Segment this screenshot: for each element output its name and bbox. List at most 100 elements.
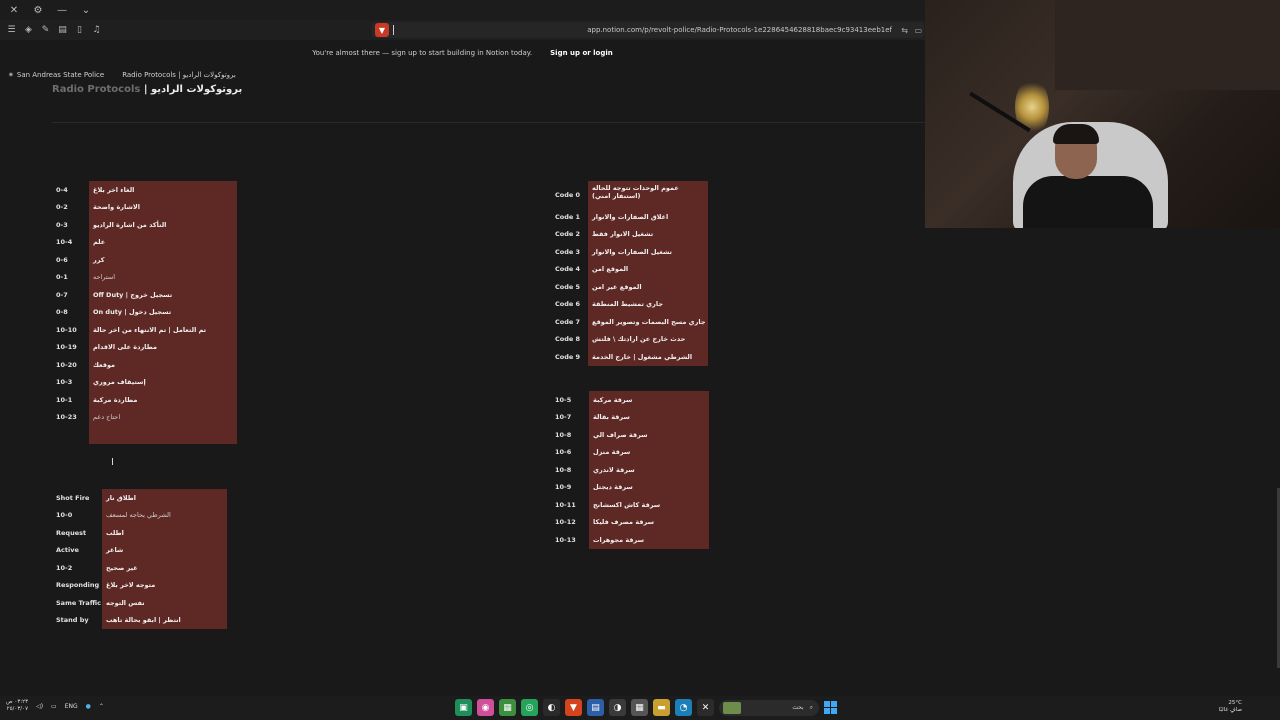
- app-icon-1[interactable]: ▣: [455, 699, 472, 716]
- meaning-cell[interactable]: تم التعامل | تم الانتهاء من اخر حالة: [89, 321, 237, 339]
- meaning-cell[interactable]: On duty | تسجيل دخول: [89, 303, 237, 321]
- wallet-icon[interactable]: ▤: [55, 22, 70, 38]
- app-icon-8[interactable]: ◑: [609, 699, 626, 716]
- brave-shield-icon[interactable]: ▼: [375, 23, 389, 37]
- code-cell[interactable]: [52, 426, 89, 444]
- code-cell[interactable]: 10-6: [551, 443, 589, 461]
- app-icon-chrome[interactable]: ◉: [477, 699, 494, 716]
- meaning-cell[interactable]: غير صحيح: [102, 559, 227, 577]
- code-cell[interactable]: 10-9: [551, 478, 589, 496]
- code-cell[interactable]: Responding: [52, 576, 102, 594]
- meaning-cell[interactable]: سرقة مركبة: [589, 391, 709, 409]
- code-cell[interactable]: 0-3: [52, 216, 89, 234]
- code-cell[interactable]: 10-20: [52, 356, 89, 374]
- code-cell[interactable]: Code 3: [551, 243, 588, 261]
- app-icon-3[interactable]: ▦: [499, 699, 516, 716]
- code-cell[interactable]: 0-2: [52, 198, 89, 216]
- gear-icon[interactable]: ⚙: [28, 1, 48, 19]
- shield-icon[interactable]: ◈: [21, 22, 36, 38]
- code-cell[interactable]: Stand by: [52, 611, 102, 629]
- meaning-cell[interactable]: سرقة بقالة: [589, 408, 709, 426]
- code-cell[interactable]: 10-3: [52, 373, 89, 391]
- code-cell[interactable]: 10-19: [52, 338, 89, 356]
- code-cell[interactable]: 10-0: [52, 506, 102, 524]
- meaning-cell[interactable]: الموقع غير امن: [588, 278, 708, 296]
- meaning-cell[interactable]: انتظر | ابقو بحالة تاهب: [102, 611, 227, 629]
- meaning-cell[interactable]: شاغر: [102, 541, 227, 559]
- meaning-cell[interactable]: احتاج دعم: [89, 408, 237, 426]
- code-cell[interactable]: 10-10: [52, 321, 89, 339]
- edge-icon[interactable]: ◔: [675, 699, 692, 716]
- code-cell[interactable]: 10-23: [52, 408, 89, 426]
- meaning-cell[interactable]: سرقة مجوهرات: [589, 531, 709, 549]
- meaning-cell[interactable]: اغلاق الصفارات والانوار: [588, 208, 708, 226]
- meaning-cell[interactable]: سرقة منزل: [589, 443, 709, 461]
- meaning-cell[interactable]: الغاء اخر بلاغ: [89, 181, 237, 199]
- meaning-cell[interactable]: الشرطي بحاجه لمسعف: [102, 506, 227, 524]
- mic-icon[interactable]: ●: [86, 703, 91, 710]
- xbox-icon[interactable]: ✕: [697, 699, 714, 716]
- meaning-cell[interactable]: سرقة صراف الي: [589, 426, 709, 444]
- code-cell[interactable]: Code 2: [551, 225, 588, 243]
- code-cell[interactable]: 10-4: [52, 233, 89, 251]
- calculator-icon[interactable]: ▦: [631, 699, 648, 716]
- meaning-cell[interactable]: علم: [89, 233, 237, 251]
- code-cell[interactable]: 10-5: [551, 391, 589, 409]
- code-cell[interactable]: Code 9: [551, 348, 588, 366]
- volume-icon[interactable]: ◁): [36, 703, 43, 710]
- code-cell[interactable]: 10-7: [551, 408, 589, 426]
- puzzle-icon[interactable]: ✎: [38, 22, 53, 38]
- meaning-cell[interactable]: تشغيل الصفارات والانوار: [588, 243, 708, 261]
- meaning-cell[interactable]: مطاردة على الاقدام: [89, 338, 237, 356]
- chevron-down-icon[interactable]: ⌄: [76, 1, 96, 19]
- meaning-cell[interactable]: كرر: [89, 251, 237, 269]
- meaning-cell[interactable]: اطلب: [102, 524, 227, 542]
- close-icon[interactable]: ✕: [4, 1, 24, 19]
- clock[interactable]: ٠٣:٢٣ ص ٢٥/٠٣/٠٧: [6, 699, 28, 713]
- code-cell[interactable]: Code 0: [551, 181, 588, 208]
- code-cell[interactable]: Request: [52, 524, 102, 542]
- windows-start-icon[interactable]: [824, 701, 837, 714]
- chevron-up-icon[interactable]: ⌃: [99, 703, 104, 710]
- file-explorer-icon[interactable]: ▬: [653, 699, 670, 716]
- signup-button[interactable]: Sign up or login: [550, 49, 613, 57]
- address-bar[interactable]: ▼ app.notion.com/p/revolt-police/Radio-P…: [372, 22, 924, 38]
- brave-icon[interactable]: ▼: [565, 699, 582, 716]
- code-cell[interactable]: 10-12: [551, 513, 589, 531]
- weather-widget[interactable]: 25°C صافٍ غالبًا: [1219, 700, 1242, 714]
- meaning-cell[interactable]: سرقة لاندري: [589, 461, 709, 479]
- code-cell[interactable]: Code 5: [551, 278, 588, 296]
- menu-icon[interactable]: ☰: [4, 22, 19, 38]
- code-cell[interactable]: Shot Fire: [52, 489, 102, 507]
- meaning-cell[interactable]: جاري تمشيط المنطقة: [588, 295, 708, 313]
- app-icon-7[interactable]: ▤: [587, 699, 604, 716]
- code-cell[interactable]: 10-11: [551, 496, 589, 514]
- meaning-cell[interactable]: مطاردة مركبة: [89, 391, 237, 409]
- language-indicator[interactable]: ENG: [65, 703, 78, 710]
- meaning-cell[interactable]: الموقع امن: [588, 260, 708, 278]
- code-cell[interactable]: Code 7: [551, 313, 588, 331]
- meaning-cell[interactable]: الشرطي مشغول | خارج الخدمة: [588, 348, 708, 366]
- code-cell[interactable]: Code 8: [551, 330, 588, 348]
- meaning-cell[interactable]: متوجه لاخر بلاغ: [102, 576, 227, 594]
- code-cell[interactable]: Code 1: [551, 208, 588, 226]
- meaning-cell[interactable]: تشغيل الانوار فقط: [588, 225, 708, 243]
- code-cell[interactable]: 0-1: [52, 268, 89, 286]
- code-cell[interactable]: 0-4: [52, 181, 89, 199]
- share-icon[interactable]: ⇆: [901, 26, 908, 35]
- meaning-cell[interactable]: سرقة ديجتل: [589, 478, 709, 496]
- taskbar-search[interactable]: بحث ⌕: [719, 699, 819, 716]
- meaning-cell[interactable]: Off Duty | تسجيل خروج: [89, 286, 237, 304]
- code-cell[interactable]: 10-1: [52, 391, 89, 409]
- meaning-cell[interactable]: إستيقاف مروري: [89, 373, 237, 391]
- code-cell[interactable]: 10-2: [52, 559, 102, 577]
- code-cell[interactable]: Same Traffic: [52, 594, 102, 612]
- code-cell[interactable]: Code 4: [551, 260, 588, 278]
- minimize-icon[interactable]: —: [52, 1, 72, 19]
- meaning-cell[interactable]: نفس التوجه: [102, 594, 227, 612]
- code-cell[interactable]: 10-8: [551, 426, 589, 444]
- meaning-cell[interactable]: التأكد من اشارة الراديو: [89, 216, 237, 234]
- pin-icon[interactable]: ▭: [914, 26, 922, 35]
- code-cell[interactable]: 10-8: [551, 461, 589, 479]
- network-icon[interactable]: ▭: [51, 703, 57, 710]
